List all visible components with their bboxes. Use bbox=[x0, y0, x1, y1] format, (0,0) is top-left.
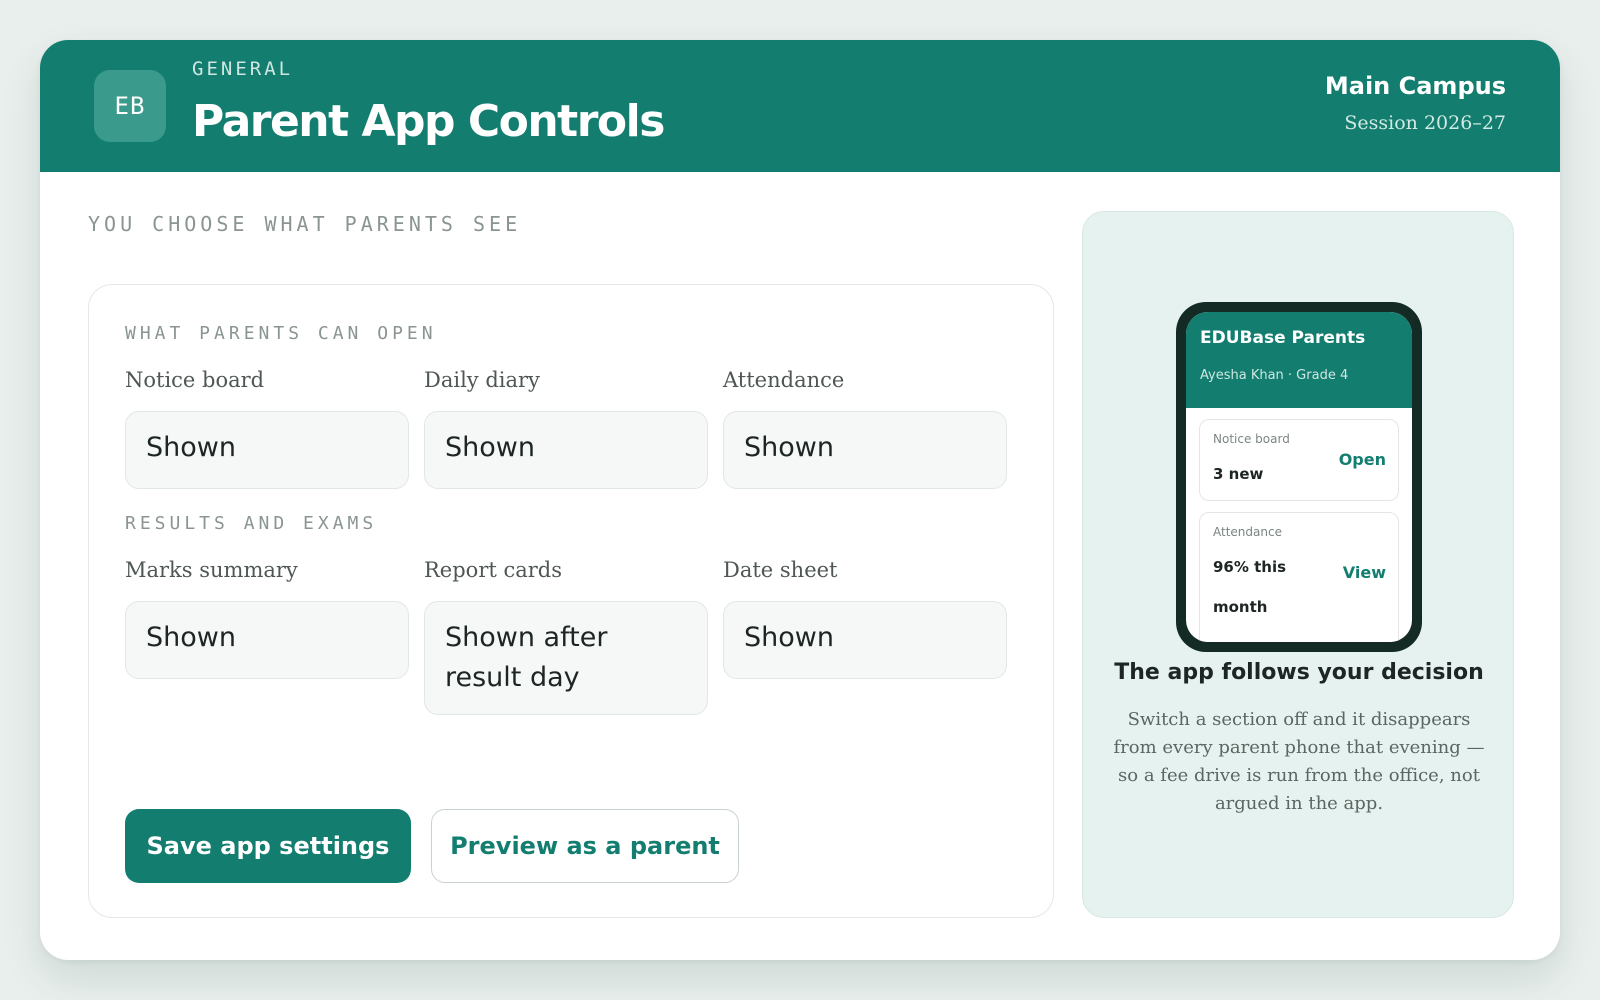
app-name: EDUBase Parents bbox=[1200, 328, 1366, 348]
page-title: Parent App Controls bbox=[192, 96, 665, 147]
preview-description: Switch a section off and it disappears f… bbox=[1113, 709, 1485, 814]
section-label-open: WHAT PARENTS CAN OPEN bbox=[125, 323, 437, 344]
open-link[interactable]: Open bbox=[1339, 450, 1386, 469]
save-button[interactable]: Save app settings bbox=[125, 809, 411, 883]
page-kicker: YOU CHOOSE WHAT PARENTS SEE bbox=[88, 212, 522, 236]
preview-button[interactable]: Preview as a parent bbox=[431, 809, 739, 883]
field-label: Marks summary bbox=[125, 558, 298, 582]
campus-name: Main Campus bbox=[1324, 72, 1506, 100]
preview-card-attendance: Attendance 96% this month View bbox=[1199, 512, 1399, 642]
date-sheet-select[interactable]: Shown bbox=[723, 601, 1007, 679]
preview-card-label: Attendance bbox=[1213, 525, 1282, 539]
app-header: EDUBase Parents Ayesha Khan · Grade 4 bbox=[1186, 312, 1412, 408]
field-label: Notice board bbox=[125, 368, 265, 392]
header-bar: EB GENERAL Parent App Controls Main Camp… bbox=[40, 40, 1560, 172]
settings-card: EB GENERAL Parent App Controls Main Camp… bbox=[40, 40, 1560, 960]
field-attendance: Attendance Shown bbox=[723, 365, 1007, 489]
session-label: Session 2026–27 bbox=[1344, 112, 1506, 134]
preview-card-value: 3 new bbox=[1213, 465, 1264, 483]
school-logo: EB bbox=[94, 70, 166, 142]
student-name: Ayesha Khan · Grade 4 bbox=[1200, 368, 1349, 383]
section-eyebrow: GENERAL bbox=[192, 58, 294, 80]
controls-panel: WHAT PARENTS CAN OPEN Notice board Shown… bbox=[88, 284, 1054, 918]
field-label: Report cards bbox=[424, 558, 563, 582]
field-notice-board: Notice board Shown bbox=[125, 365, 409, 489]
phone-screen: EDUBase Parents Ayesha Khan · Grade 4 No… bbox=[1186, 312, 1412, 642]
phone-mockup: EDUBase Parents Ayesha Khan · Grade 4 No… bbox=[1176, 302, 1422, 652]
attendance-select[interactable]: Shown bbox=[723, 411, 1007, 489]
marks-summary-select[interactable]: Shown bbox=[125, 601, 409, 679]
preview-panel: EDUBase Parents Ayesha Khan · Grade 4 No… bbox=[1082, 211, 1514, 918]
field-label: Daily diary bbox=[424, 368, 540, 392]
field-date-sheet: Date sheet Shown bbox=[723, 555, 1007, 679]
preview-title: The app follows your decision bbox=[1114, 660, 1484, 685]
notice-board-select[interactable]: Shown bbox=[125, 411, 409, 489]
campus-info: Main Campus Session 2026–27 bbox=[1325, 72, 1506, 134]
preview-card-value: 96% this month bbox=[1213, 558, 1287, 616]
daily-diary-select[interactable]: Shown bbox=[424, 411, 708, 489]
field-label: Attendance bbox=[723, 368, 845, 392]
section-label-results: RESULTS AND EXAMS bbox=[125, 513, 378, 534]
report-cards-select[interactable]: Shown after result day bbox=[424, 601, 708, 715]
field-report-cards: Report cards Shown after result day bbox=[424, 555, 708, 715]
field-daily-diary: Daily diary Shown bbox=[424, 365, 708, 489]
field-label: Date sheet bbox=[723, 558, 838, 582]
preview-card-label: Notice board bbox=[1213, 432, 1290, 446]
view-link[interactable]: View bbox=[1343, 563, 1386, 582]
field-marks-summary: Marks summary Shown bbox=[125, 555, 409, 679]
preview-card-notice: Notice board 3 new Open bbox=[1199, 419, 1399, 501]
